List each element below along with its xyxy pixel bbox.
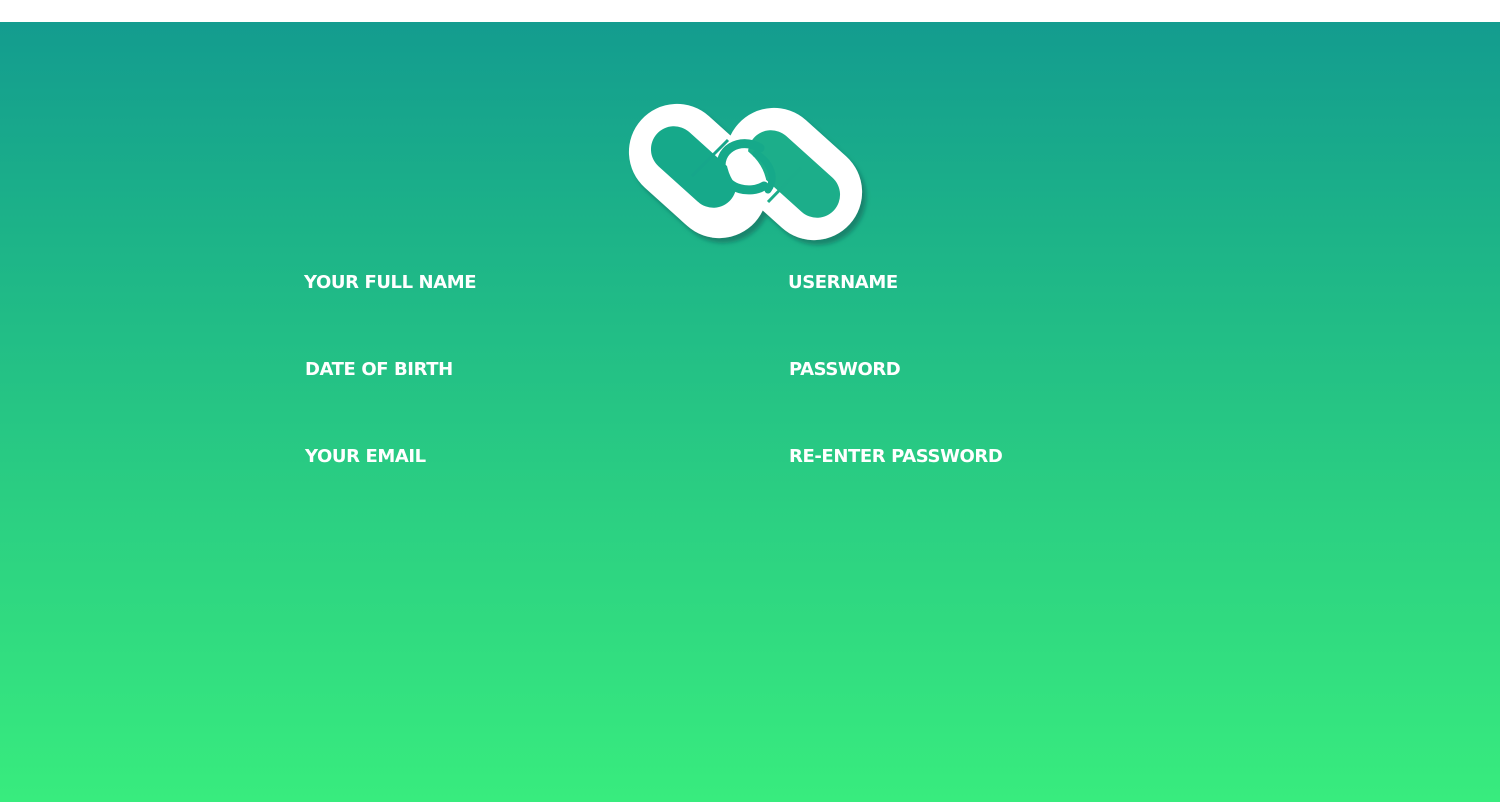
- full-name-label: YOUR FULL NAME: [304, 272, 477, 293]
- password-field: PASSWORD: [789, 359, 1189, 417]
- date-of-birth-input[interactable]: [305, 387, 705, 417]
- email-field: YOUR EMAIL: [305, 446, 705, 504]
- password-input[interactable]: [789, 387, 1189, 417]
- full-name-field: YOUR FULL NAME: [304, 272, 704, 330]
- date-of-birth-label: DATE OF BIRTH: [305, 359, 453, 380]
- email-input[interactable]: [305, 474, 705, 504]
- username-label: USERNAME: [788, 272, 898, 293]
- reenter-password-label: RE-ENTER PASSWORD: [789, 446, 1003, 467]
- reenter-password-field: RE-ENTER PASSWORD: [789, 446, 1189, 504]
- email-label: YOUR EMAIL: [305, 446, 426, 467]
- reenter-password-input[interactable]: [789, 474, 1189, 504]
- top-strip: [0, 0, 1500, 22]
- full-name-input[interactable]: [304, 300, 704, 330]
- password-label: PASSWORD: [789, 359, 901, 380]
- username-input[interactable]: [788, 300, 1188, 330]
- username-field: USERNAME: [788, 272, 1188, 330]
- date-of-birth-field: DATE OF BIRTH: [305, 359, 705, 417]
- chain-links-logo-icon: [628, 103, 863, 241]
